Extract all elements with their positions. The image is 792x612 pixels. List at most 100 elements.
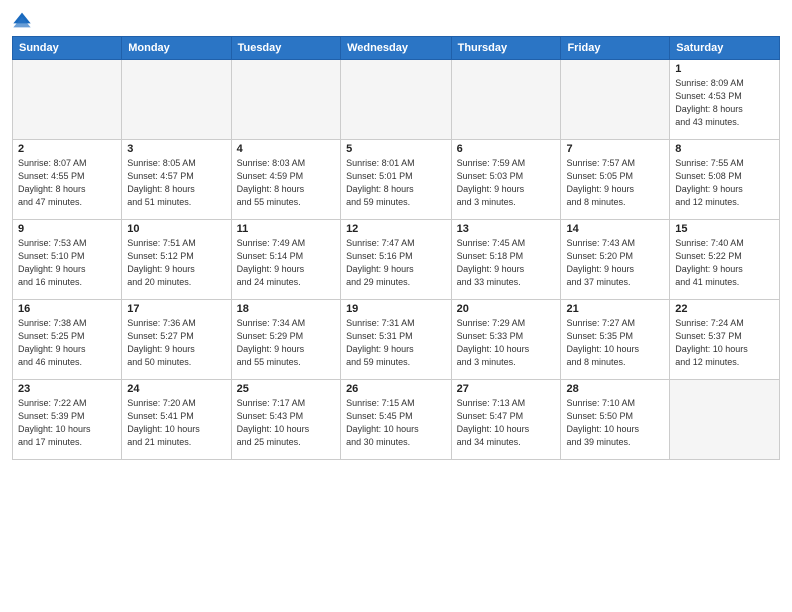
day-info: Sunrise: 7:27 AM Sunset: 5:35 PM Dayligh… (566, 317, 664, 369)
day-number: 24 (127, 383, 225, 395)
day-number: 27 (457, 383, 556, 395)
day-number: 10 (127, 223, 225, 235)
calendar-week-row: 1 Sunrise: 8:09 AM Sunset: 4:53 PM Daylig… (13, 60, 780, 140)
day-number: 1 (675, 63, 774, 75)
calendar-table: SundayMondayTuesdayWednesdayThursdayFrid… (12, 36, 780, 460)
calendar-cell: 22 Sunrise: 7:24 AM Sunset: 5:37 PM Dayli… (670, 300, 780, 380)
day-number: 20 (457, 303, 556, 315)
calendar-week-row: 2 Sunrise: 8:07 AM Sunset: 4:55 PM Daylig… (13, 140, 780, 220)
calendar-cell (451, 60, 561, 140)
calendar-cell (670, 380, 780, 460)
calendar-cell: 4Sunrise: 8:03 AM Sunset: 4:59 PM Daylig… (231, 140, 340, 220)
day-info: Sunrise: 7:17 AM Sunset: 5:43 PM Dayligh… (237, 397, 335, 449)
day-number: 5 (346, 143, 446, 155)
day-number: 8 (675, 143, 774, 155)
day-info: Sunrise: 7:36 AM Sunset: 5:27 PM Dayligh… (127, 317, 225, 369)
day-number: 28 (566, 383, 664, 395)
day-number: 12 (346, 223, 446, 235)
calendar-header-sunday: Sunday (13, 37, 122, 60)
calendar-cell: 10 Sunrise: 7:51 AM Sunset: 5:12 PM Dayli… (122, 220, 231, 300)
calendar-cell (122, 60, 231, 140)
day-info: Sunrise: 7:43 AM Sunset: 5:20 PM Dayligh… (566, 237, 664, 289)
day-info: Sunrise: 7:40 AM Sunset: 5:22 PM Dayligh… (675, 237, 774, 289)
calendar-cell: 24 Sunrise: 7:20 AM Sunset: 5:41 PM Dayli… (122, 380, 231, 460)
day-info: Sunrise: 7:59 AM Sunset: 5:03 PM Dayligh… (457, 157, 556, 209)
day-info: Sunrise: 7:29 AM Sunset: 5:33 PM Dayligh… (457, 317, 556, 369)
day-info: Sunrise: 7:55 AM Sunset: 5:08 PM Dayligh… (675, 157, 774, 209)
logo-icon (12, 10, 32, 30)
header (12, 10, 780, 30)
calendar-cell: 28 Sunrise: 7:10 AM Sunset: 5:50 PM Dayli… (561, 380, 670, 460)
day-info: Sunrise: 8:07 AM Sunset: 4:55 PM Dayligh… (18, 157, 116, 209)
day-number: 26 (346, 383, 446, 395)
calendar-header-saturday: Saturday (670, 37, 780, 60)
calendar-week-row: 9Sunrise: 7:53 AM Sunset: 5:10 PM Daylig… (13, 220, 780, 300)
day-info: Sunrise: 7:15 AM Sunset: 5:45 PM Dayligh… (346, 397, 446, 449)
day-number: 6 (457, 143, 556, 155)
day-number: 21 (566, 303, 664, 315)
calendar-cell: 17 Sunrise: 7:36 AM Sunset: 5:27 PM Dayli… (122, 300, 231, 380)
calendar-cell: 12 Sunrise: 7:47 AM Sunset: 5:16 PM Dayli… (341, 220, 452, 300)
day-number: 25 (237, 383, 335, 395)
day-number: 2 (18, 143, 116, 155)
logo (12, 10, 36, 30)
calendar-cell: 15 Sunrise: 7:40 AM Sunset: 5:22 PM Dayli… (670, 220, 780, 300)
day-info: Sunrise: 7:24 AM Sunset: 5:37 PM Dayligh… (675, 317, 774, 369)
day-number: 7 (566, 143, 664, 155)
day-number: 23 (18, 383, 116, 395)
day-info: Sunrise: 7:47 AM Sunset: 5:16 PM Dayligh… (346, 237, 446, 289)
calendar-cell (13, 60, 122, 140)
calendar-header-row: SundayMondayTuesdayWednesdayThursdayFrid… (13, 37, 780, 60)
calendar-cell (341, 60, 452, 140)
day-info: Sunrise: 7:13 AM Sunset: 5:47 PM Dayligh… (457, 397, 556, 449)
calendar-cell: 21 Sunrise: 7:27 AM Sunset: 5:35 PM Dayli… (561, 300, 670, 380)
calendar-cell: 11 Sunrise: 7:49 AM Sunset: 5:14 PM Dayli… (231, 220, 340, 300)
day-info: Sunrise: 8:01 AM Sunset: 5:01 PM Dayligh… (346, 157, 446, 209)
day-number: 17 (127, 303, 225, 315)
day-info: Sunrise: 7:22 AM Sunset: 5:39 PM Dayligh… (18, 397, 116, 449)
calendar-header-wednesday: Wednesday (341, 37, 452, 60)
calendar-cell: 14Sunrise: 7:43 AM Sunset: 5:20 PM Dayli… (561, 220, 670, 300)
day-info: Sunrise: 7:34 AM Sunset: 5:29 PM Dayligh… (237, 317, 335, 369)
calendar-cell: 8 Sunrise: 7:55 AM Sunset: 5:08 PM Daylig… (670, 140, 780, 220)
calendar-cell: 5 Sunrise: 8:01 AM Sunset: 5:01 PM Daylig… (341, 140, 452, 220)
day-info: Sunrise: 7:10 AM Sunset: 5:50 PM Dayligh… (566, 397, 664, 449)
day-number: 3 (127, 143, 225, 155)
calendar-cell: 13 Sunrise: 7:45 AM Sunset: 5:18 PM Dayli… (451, 220, 561, 300)
day-info: Sunrise: 7:20 AM Sunset: 5:41 PM Dayligh… (127, 397, 225, 449)
calendar-header-friday: Friday (561, 37, 670, 60)
day-info: Sunrise: 7:49 AM Sunset: 5:14 PM Dayligh… (237, 237, 335, 289)
day-number: 4 (237, 143, 335, 155)
calendar-cell: 27 Sunrise: 7:13 AM Sunset: 5:47 PM Dayli… (451, 380, 561, 460)
day-number: 11 (237, 223, 335, 235)
calendar-cell: 23 Sunrise: 7:22 AM Sunset: 5:39 PM Dayli… (13, 380, 122, 460)
calendar-header-monday: Monday (122, 37, 231, 60)
calendar-cell: 6 Sunrise: 7:59 AM Sunset: 5:03 PM Daylig… (451, 140, 561, 220)
calendar-cell: 20 Sunrise: 7:29 AM Sunset: 5:33 PM Dayli… (451, 300, 561, 380)
day-info: Sunrise: 7:45 AM Sunset: 5:18 PM Dayligh… (457, 237, 556, 289)
day-info: Sunrise: 7:53 AM Sunset: 5:10 PM Dayligh… (18, 237, 116, 289)
calendar-week-row: 23 Sunrise: 7:22 AM Sunset: 5:39 PM Dayli… (13, 380, 780, 460)
calendar-cell: 3 Sunrise: 8:05 AM Sunset: 4:57 PM Daylig… (122, 140, 231, 220)
calendar-cell: 2 Sunrise: 8:07 AM Sunset: 4:55 PM Daylig… (13, 140, 122, 220)
calendar-cell: 26 Sunrise: 7:15 AM Sunset: 5:45 PM Dayli… (341, 380, 452, 460)
day-info: Sunrise: 7:31 AM Sunset: 5:31 PM Dayligh… (346, 317, 446, 369)
calendar-cell: 18 Sunrise: 7:34 AM Sunset: 5:29 PM Dayli… (231, 300, 340, 380)
calendar-week-row: 16Sunrise: 7:38 AM Sunset: 5:25 PM Dayli… (13, 300, 780, 380)
page: SundayMondayTuesdayWednesdayThursdayFrid… (0, 0, 792, 612)
day-info: Sunrise: 8:09 AM Sunset: 4:53 PM Dayligh… (675, 77, 774, 129)
calendar-cell: 9Sunrise: 7:53 AM Sunset: 5:10 PM Daylig… (13, 220, 122, 300)
day-number: 22 (675, 303, 774, 315)
calendar-cell: 7 Sunrise: 7:57 AM Sunset: 5:05 PM Daylig… (561, 140, 670, 220)
day-info: Sunrise: 7:38 AM Sunset: 5:25 PM Dayligh… (18, 317, 116, 369)
day-number: 19 (346, 303, 446, 315)
day-info: Sunrise: 8:05 AM Sunset: 4:57 PM Dayligh… (127, 157, 225, 209)
calendar-cell: 1 Sunrise: 8:09 AM Sunset: 4:53 PM Daylig… (670, 60, 780, 140)
day-info: Sunrise: 7:57 AM Sunset: 5:05 PM Dayligh… (566, 157, 664, 209)
day-number: 15 (675, 223, 774, 235)
day-number: 18 (237, 303, 335, 315)
calendar-cell: 19 Sunrise: 7:31 AM Sunset: 5:31 PM Dayli… (341, 300, 452, 380)
calendar-header-tuesday: Tuesday (231, 37, 340, 60)
day-number: 13 (457, 223, 556, 235)
day-info: Sunrise: 7:51 AM Sunset: 5:12 PM Dayligh… (127, 237, 225, 289)
